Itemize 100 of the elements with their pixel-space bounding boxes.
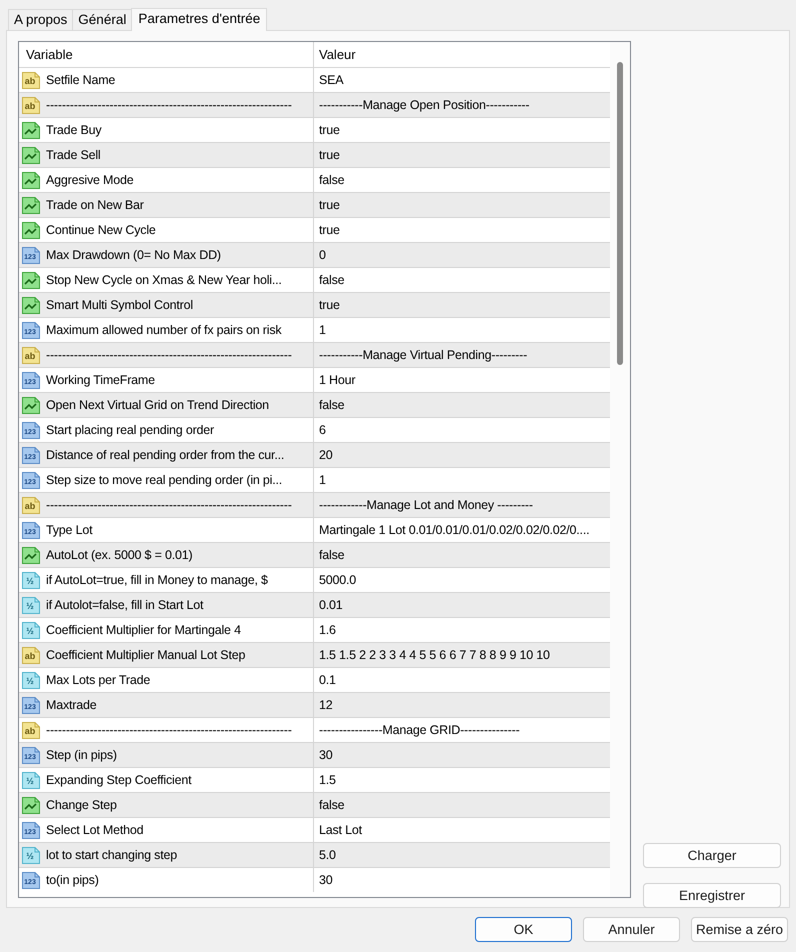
variable-name: if Autolot=false, fill in Start Lot [46, 598, 204, 612]
table-row[interactable]: Open Next Virtual Grid on Trend Direction false [19, 392, 610, 417]
text-type-icon: ab [21, 495, 41, 515]
text-type-icon: ab [21, 645, 41, 665]
variable-name: Max Drawdown (0= No Max DD) [46, 248, 221, 262]
table-row[interactable]: ab -------------------------------------------------------------- -----------Manage Virtual Pending--------- [19, 342, 610, 367]
parameter-value: 12 [319, 698, 333, 712]
parameter-value: false [319, 398, 344, 412]
variable-name: Coefficient Multiplier for Martingale 4 [46, 623, 241, 637]
variable-name: -------------------------------------------------------------- [46, 98, 292, 112]
column-header[interactable]: Valeur [314, 42, 610, 67]
variable-name: -------------------------------------------------------------- [46, 498, 292, 512]
parameter-value: 5000.0 [319, 573, 356, 587]
variable-name: Max Lots per Trade [46, 673, 150, 687]
parameter-value: 1.6 [319, 623, 336, 637]
variable-name: Start placing real pending order [46, 423, 214, 437]
variable-name: to(in pips) [46, 873, 99, 887]
variable-name: Aggresive Mode [46, 173, 134, 187]
table-row[interactable]: Trade on New Bar true [19, 192, 610, 217]
variable-name: Expanding Step Coefficient [46, 773, 192, 787]
parameter-value: 0.1 [319, 673, 336, 687]
parameter-value: ----------------Manage GRID--------------- [319, 723, 520, 737]
parameter-value: 1.5 [319, 773, 336, 787]
variable-name: Step (in pips) [46, 748, 117, 762]
variable-name: Maxtrade [46, 698, 97, 712]
variable-name: -------------------------------------------------------------- [46, 723, 292, 737]
parameter-value: 1.5 1.5 2 2 3 3 4 4 5 5 6 6 7 7 8 8 9 9 10 10 [319, 648, 550, 662]
toggle-type-icon [21, 170, 41, 190]
parameter-value: -----------Manage Virtual Pending--------- [319, 348, 528, 362]
parameter-value: 1 [319, 473, 326, 487]
table-row[interactable]: AutoLot (ex. 5000 $ = 0.01) false [19, 542, 610, 567]
fraction-type-icon: ½ [21, 570, 41, 590]
parameter-value: -----------Manage Open Position----------- [319, 98, 530, 112]
text-type-icon: ab [21, 345, 41, 365]
variable-name: Smart Multi Symbol Control [46, 298, 193, 312]
table-row[interactable]: ab Coefficient Multiplier Manual Lot Step 1.5 1.5 2 2 3 3 4 4 5 5 6 6 7 7 8 8 9 9 10 10 [19, 642, 610, 667]
table-row[interactable]: ½ if Autolot=false, fill in Start Lot 0.01 [19, 592, 610, 617]
parameter-value: 6 [319, 423, 326, 437]
toggle-type-icon [21, 395, 41, 415]
parameter-value: ------------Manage Lot and Money --------- [319, 498, 533, 512]
parameter-value: 1 Hour [319, 373, 356, 387]
tab[interactable]: Parametres d'entrée [131, 8, 268, 31]
text-type-icon: ab [21, 70, 41, 90]
toggle-type-icon [21, 145, 41, 165]
toggle-type-icon [21, 220, 41, 240]
parameter-value: false [319, 798, 344, 812]
variable-name: Setfile Name [46, 73, 116, 87]
variable-name: Stop New Cycle on Xmas & New Year holi... [46, 273, 282, 287]
toggle-type-icon [21, 270, 41, 290]
toggle-type-icon [21, 545, 41, 565]
toggle-type-icon [21, 120, 41, 140]
parameter-value: SEA [319, 73, 344, 87]
dialog-button[interactable]: Annuler [583, 917, 680, 942]
parameter-value: 30 [319, 748, 333, 762]
parameter-value: true [319, 223, 340, 237]
table-row[interactable]: Smart Multi Symbol Control true [19, 292, 610, 317]
text-type-icon: ab [21, 95, 41, 115]
parameter-value: 5.0 [319, 848, 336, 862]
variable-name: Change Step [46, 798, 117, 812]
parameter-value: Martingale 1 Lot 0.01/0.01/0.01/0.02/0.02/0.02/0.... [319, 523, 590, 537]
parameter-value: 0 [319, 248, 326, 262]
variable-name: Open Next Virtual Grid on Trend Direction [46, 398, 269, 412]
toggle-type-icon [21, 795, 41, 815]
parameter-value: 0.01 [319, 598, 343, 612]
dialog-button[interactable]: OK [475, 917, 572, 942]
text-type-icon: ab [21, 720, 41, 740]
variable-name: Working TimeFrame [46, 373, 155, 387]
parameter-value: 30 [319, 873, 333, 887]
fraction-type-icon: ½ [21, 670, 41, 690]
variable-name: Coefficient Multiplier Manual Lot Step [46, 648, 246, 662]
side-button[interactable]: Charger [643, 843, 781, 868]
variable-name: Type Lot [46, 523, 92, 537]
fraction-type-icon: ½ [21, 620, 41, 640]
parameter-value: 1 [319, 323, 326, 337]
toggle-type-icon [21, 195, 41, 215]
dialog-button[interactable]: Remise a zéro [691, 917, 788, 942]
variable-name: lot to start changing step [46, 848, 177, 862]
variable-name: Trade Buy [46, 123, 102, 137]
parameter-value: 20 [319, 448, 333, 462]
table-row[interactable]: ½ lot to start changing step 5.0 [19, 842, 610, 867]
variable-name: Trade Sell [46, 148, 101, 162]
parameter-value: true [319, 198, 340, 212]
table-row[interactable]: ab -------------------------------------------------------------- ------------Manage Lot and Money --------- [19, 492, 610, 517]
variable-name: if AutoLot=true, fill in Money to manage, $ [46, 573, 268, 587]
variable-name: AutoLot (ex. 5000 $ = 0.01) [46, 548, 192, 562]
scrollbar[interactable] [610, 42, 630, 897]
fraction-type-icon: ½ [21, 770, 41, 790]
table-row[interactable]: Change Step false [19, 792, 610, 817]
tab[interactable]: A propos [8, 9, 74, 30]
variable-name: Continue New Cycle [46, 223, 156, 237]
variable-name: Trade on New Bar [46, 198, 144, 212]
column-header[interactable]: Variable [19, 42, 314, 67]
table-row[interactable]: Trade Sell true [19, 142, 610, 167]
scrollbar-thumb[interactable] [617, 62, 624, 365]
parameter-value: true [319, 298, 340, 312]
table-row[interactable]: ab -------------------------------------------------------------- -----------Manage Open Position----------- [19, 92, 610, 117]
parameter-value: false [319, 548, 344, 562]
side-button[interactable]: Enregistrer [643, 883, 781, 908]
variable-name: Maximum allowed number of fx pairs on risk [46, 323, 282, 337]
parameter-value: false [319, 173, 344, 187]
